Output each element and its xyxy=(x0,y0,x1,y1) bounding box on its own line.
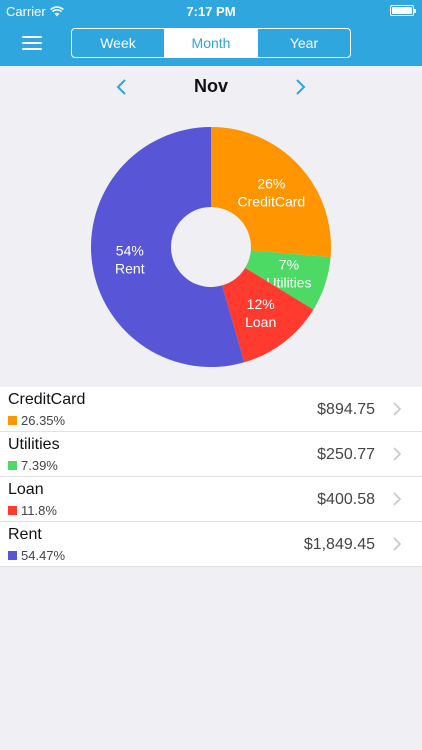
category-percent-group: 11.8% xyxy=(8,503,57,518)
category-amount: $400.58 xyxy=(317,491,375,508)
battery-icon xyxy=(390,5,416,16)
pie-label-percent: 7% xyxy=(279,257,299,273)
pie-slice-creditcard[interactable] xyxy=(211,127,331,258)
category-swatch xyxy=(8,461,17,470)
category-name: Rent xyxy=(8,526,42,543)
category-amount: $894.75 xyxy=(317,401,375,418)
category-percent-group: 7.39% xyxy=(8,458,58,473)
period-segmented-control: Week Month Year xyxy=(71,28,351,58)
nav-bar: Week Month Year xyxy=(0,22,422,66)
category-percent-group: 54.47% xyxy=(8,548,65,563)
category-name: Utilities xyxy=(8,436,60,453)
segment-week[interactable]: Week xyxy=(72,29,165,57)
category-percent: 26.35% xyxy=(21,413,66,428)
category-swatch xyxy=(8,551,17,560)
category-list: CreditCard 26.35% $894.75 Utilities 7.39… xyxy=(0,387,422,567)
pie-label-name: Rent xyxy=(115,260,145,276)
category-percent: 11.8% xyxy=(21,503,57,518)
category-percent: 7.39% xyxy=(21,458,58,473)
category-percent-group: 26.35% xyxy=(8,413,65,428)
pie-label-name: CreditCard xyxy=(238,194,306,210)
pie-label-percent: 26% xyxy=(257,176,285,192)
month-title: Nov xyxy=(193,76,228,96)
chevron-right-icon xyxy=(393,447,402,461)
pie-label-percent: 12% xyxy=(247,296,275,312)
segment-month[interactable]: Month xyxy=(165,29,258,57)
hamburger-menu-icon[interactable] xyxy=(22,35,42,51)
category-amount: $1,849.45 xyxy=(303,536,375,553)
category-amount: $250.77 xyxy=(317,446,375,463)
category-row-creditcard[interactable]: CreditCard 26.35% $894.75 xyxy=(0,387,422,432)
category-row-utilities[interactable]: Utilities 7.39% $250.77 xyxy=(0,432,422,477)
category-swatch xyxy=(8,416,17,425)
category-swatch xyxy=(8,506,17,515)
expense-donut-chart: 26% CreditCard 7% Utilities 12% Loan 54% Rent xyxy=(88,124,334,370)
category-row-loan[interactable]: Loan 11.8% $400.58 xyxy=(0,477,422,522)
chevron-right-icon xyxy=(393,537,402,551)
pie-label-percent: 54% xyxy=(116,242,144,258)
category-name: Loan xyxy=(8,481,44,498)
chevron-right-icon[interactable] xyxy=(289,76,311,98)
chevron-right-icon xyxy=(393,492,402,506)
status-time: 7:17 PM xyxy=(186,4,236,19)
segment-year[interactable]: Year xyxy=(258,29,350,57)
category-percent: 54.47% xyxy=(21,548,66,563)
status-bar: Carrier 7:17 PM xyxy=(0,0,422,22)
chevron-right-icon xyxy=(393,402,402,416)
category-name: CreditCard xyxy=(8,391,86,408)
category-row-rent[interactable]: Rent 54.47% $1,849.45 xyxy=(0,522,422,567)
pie-label-name: Loan xyxy=(245,314,276,330)
month-selector: Nov xyxy=(0,66,422,108)
